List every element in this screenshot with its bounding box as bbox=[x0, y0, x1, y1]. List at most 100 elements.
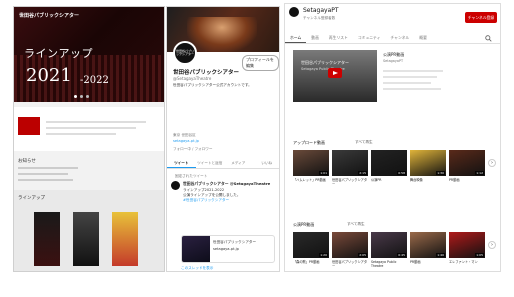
featured-desc-line bbox=[383, 70, 443, 72]
channel-header: SetagayaPT チャンネル登録者数 チャンネル登録 bbox=[285, 4, 500, 30]
video-thumbnail[interactable]: 1:20 bbox=[293, 232, 329, 258]
video-title[interactable]: 「森の歌」PR動画 bbox=[293, 260, 329, 264]
hero-title: ラインアップ bbox=[24, 47, 93, 60]
hero-banner[interactable]: 世田谷パブリックシアター ラインアップ 2021 -2022 bbox=[14, 7, 164, 102]
video-duration: 2:15 bbox=[358, 171, 367, 175]
video-title[interactable]: PR動画 bbox=[410, 260, 446, 264]
hero-year: 2021 bbox=[26, 65, 72, 86]
display-name: 世田谷パブリックシアター bbox=[173, 70, 240, 76]
subscriber-count: チャンネル登録者数 bbox=[303, 16, 336, 20]
tab-media[interactable]: メディア bbox=[224, 159, 253, 168]
video-thumbnail[interactable]: 1:12 bbox=[449, 150, 485, 176]
news-line bbox=[46, 127, 136, 129]
show-thread-link[interactable]: このスレッドを表示 bbox=[181, 266, 213, 271]
stage-image bbox=[187, 17, 257, 52]
user-handle: @SetagayaTheatre bbox=[173, 76, 212, 81]
video-thumbnail[interactable]: 1:01 bbox=[293, 150, 329, 176]
search-icon[interactable] bbox=[485, 35, 492, 42]
news-line bbox=[46, 133, 116, 135]
chevron-right-icon[interactable]: › bbox=[488, 241, 496, 249]
tweet-link-card[interactable]: 世田谷パブリックシアター setagaya-pt.jp bbox=[181, 235, 275, 263]
video-thumbnail[interactable]: 2:15 bbox=[332, 150, 368, 176]
lineup-heading: ラインアップ bbox=[18, 196, 45, 201]
video-title[interactable]: 舞台映像 bbox=[410, 178, 446, 182]
pr-section-title[interactable]: 公演PR動画 bbox=[293, 222, 314, 228]
video-title[interactable]: 世田谷パブリックシアター bbox=[332, 260, 368, 268]
uploads-video-row: 1:01 「ハムレット」PR動画 2:15 世田谷パブリックシアター 0:58 公演PR 1… bbox=[293, 150, 498, 192]
featured-video-player[interactable]: 世田谷パブリックシアター Setagaya Public Theatre bbox=[293, 50, 377, 102]
tab-tweets-replies[interactable]: ツイートと返信 bbox=[196, 159, 225, 168]
featured-video-meta: SetagayaPT bbox=[383, 59, 404, 63]
site-logo[interactable]: 世田谷パブリックシアター bbox=[19, 12, 79, 19]
video-title[interactable]: 世田谷パブリックシアター bbox=[332, 178, 368, 186]
profile-avatar[interactable]: 世田谷パブリックシアター bbox=[173, 41, 197, 65]
tweet-text: ラインアップ2021-2022 公演ラインアップを公開しました。 #世田谷パブリ… bbox=[183, 188, 277, 203]
profile-location: 東京 世田谷区 bbox=[173, 133, 196, 137]
follow-stats[interactable]: フォロー中 / フォロワー bbox=[173, 147, 212, 152]
news-item[interactable] bbox=[18, 167, 78, 169]
lineup-poster[interactable] bbox=[73, 212, 99, 266]
tab-channels[interactable]: チャンネル bbox=[385, 34, 414, 43]
tab-videos[interactable]: 動画 bbox=[306, 34, 324, 43]
tab-home[interactable]: ホーム bbox=[285, 34, 307, 43]
profile-bio: 世田谷パブリックシアター公式アカウントです。 bbox=[173, 83, 252, 87]
channel-avatar[interactable] bbox=[289, 7, 299, 17]
news-line bbox=[46, 121, 146, 123]
pinned-label: 固定されたツイート bbox=[175, 174, 208, 178]
tab-tweets[interactable]: ツイート bbox=[167, 159, 196, 168]
card-title: 世田谷パブリックシアター bbox=[213, 240, 257, 244]
featured-video-title[interactable]: 公演PR動画 bbox=[383, 52, 404, 58]
news-heading: お知らせ bbox=[18, 159, 36, 164]
video-duration: 1:05 bbox=[475, 253, 484, 257]
pr-video-row: 1:20 「森の歌」PR動画 2:05 世田谷パブリックシアター 0:45 Setagay… bbox=[293, 232, 498, 271]
carousel-dots[interactable] bbox=[74, 95, 89, 98]
video-title[interactable]: 「ハムレット」PR動画 bbox=[293, 178, 329, 182]
play-all-button[interactable]: すべて再生 bbox=[355, 140, 373, 145]
profile-tabs: ツイート ツイートと返信 メディア いいね bbox=[167, 159, 280, 169]
video-thumbnail[interactable]: 1:05 bbox=[449, 232, 485, 258]
tab-about[interactable]: 概要 bbox=[414, 34, 432, 43]
video-duration: 1:01 bbox=[319, 171, 328, 175]
video-title[interactable]: 公演PR bbox=[371, 178, 407, 182]
news-strip bbox=[14, 107, 164, 151]
card-image bbox=[182, 236, 210, 262]
carousel-dot[interactable] bbox=[74, 95, 77, 98]
news-item[interactable] bbox=[18, 173, 68, 175]
video-duration: 0:45 bbox=[397, 253, 406, 257]
tweet-hashtag[interactable]: #世田谷パブリックシアター bbox=[183, 198, 277, 203]
video-duration: 1:20 bbox=[319, 253, 328, 257]
profile-link[interactable]: setagaya-pt.jp bbox=[173, 139, 199, 143]
video-title[interactable]: PR動画 bbox=[449, 178, 485, 182]
tweet-author[interactable]: 世田谷パブリックシアター @SetagayaTheatre bbox=[183, 181, 270, 187]
tab-likes[interactable]: いいね bbox=[253, 159, 280, 168]
hero-year-end: -2022 bbox=[80, 75, 109, 86]
chevron-right-icon[interactable]: › bbox=[488, 159, 496, 167]
play-all-button[interactable]: すべて再生 bbox=[347, 222, 365, 227]
video-thumbnail[interactable]: 0:58 bbox=[371, 150, 407, 176]
video-thumbnail[interactable]: 1:30 bbox=[410, 150, 446, 176]
edit-profile-button[interactable]: プロフィールを編集 bbox=[242, 55, 279, 71]
lineup-poster[interactable] bbox=[112, 212, 138, 266]
video-title[interactable]: Setagaya Public Theatre bbox=[371, 260, 407, 268]
news-thumbnail[interactable] bbox=[18, 117, 40, 135]
subscribe-button[interactable]: チャンネル登録 bbox=[465, 12, 497, 23]
video-title[interactable]: エレファント・マン bbox=[449, 260, 485, 264]
video-thumbnail[interactable]: 2:05 bbox=[332, 232, 368, 258]
video-duration: 1:40 bbox=[436, 253, 445, 257]
channel-name: SetagayaPT bbox=[303, 7, 339, 14]
news-item[interactable] bbox=[18, 179, 73, 181]
channel-tabs: ホーム 動画 再生リスト コミュニティ チャンネル 概要 bbox=[285, 34, 500, 44]
lineup-poster[interactable] bbox=[34, 212, 60, 266]
tweet-avatar[interactable] bbox=[171, 181, 180, 190]
carousel-dot[interactable] bbox=[86, 95, 89, 98]
card-domain: setagaya-pt.jp bbox=[213, 247, 239, 251]
tab-playlists[interactable]: 再生リスト bbox=[324, 34, 353, 43]
video-thumbnail[interactable]: 0:45 bbox=[371, 232, 407, 258]
video-thumbnail[interactable]: 1:40 bbox=[410, 232, 446, 258]
uploads-section-title[interactable]: アップロード動画 bbox=[293, 140, 325, 146]
carousel-dot[interactable] bbox=[80, 95, 83, 98]
tab-community[interactable]: コミュニティ bbox=[353, 34, 386, 43]
play-button-icon[interactable] bbox=[328, 68, 342, 78]
twitter-panel: 世田谷パブリックシアター プロフィールを編集 世田谷パブリックシアター @Set… bbox=[166, 6, 280, 272]
video-duration: 1:30 bbox=[436, 171, 445, 175]
